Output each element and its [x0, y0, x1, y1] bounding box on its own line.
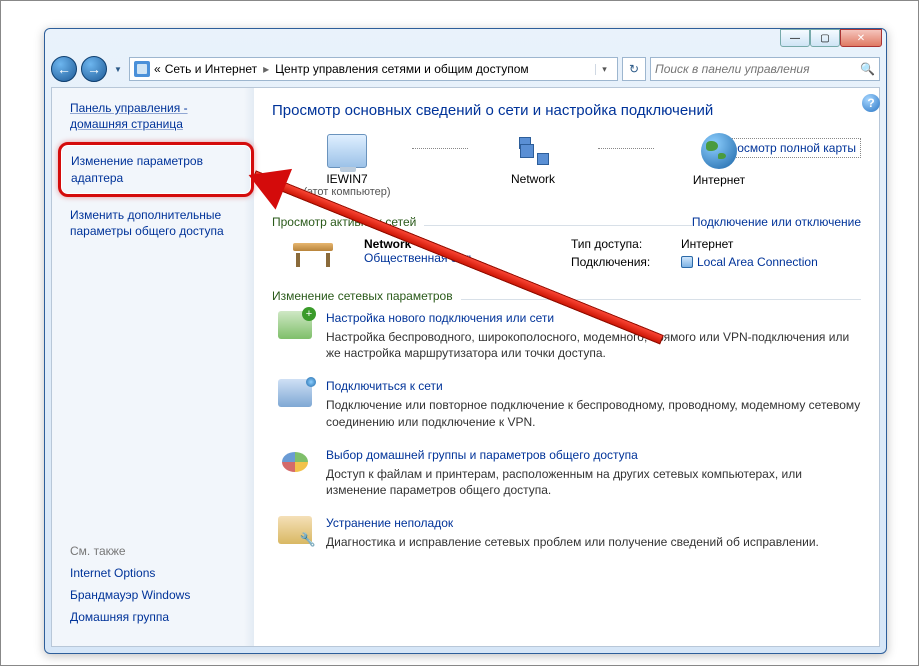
setting-connect-network[interactable]: Подключиться к сетиПодключение или повто… — [278, 379, 861, 429]
refresh-button[interactable]: ↻ — [622, 57, 646, 81]
topo-network: Network — [478, 134, 588, 198]
plug-icon — [681, 256, 693, 268]
topo-line — [412, 148, 468, 149]
see-also-internet-options[interactable]: Internet Options — [70, 566, 190, 580]
network-name: Network — [364, 237, 543, 251]
sidebar-see-also: См. также Internet Options Брандмауэр Wi… — [70, 544, 190, 632]
setting-troubleshoot[interactable]: Устранение неполадокДиагностика и исправ… — [278, 516, 861, 550]
full-map-link[interactable]: Просмотр полной карты — [717, 138, 861, 158]
titlebar[interactable]: — ▢ ✕ — [45, 29, 886, 53]
change-settings-heading: Изменение сетевых параметров — [272, 289, 861, 303]
active-network-row: Network Общественная сеть Тип доступа:Ин… — [290, 237, 861, 273]
history-dropdown[interactable]: ▼ — [111, 56, 125, 82]
main-panel: Просмотр основных сведений о сети и наст… — [254, 88, 879, 646]
address-bar[interactable]: « Сеть и Интернет ▸ Центр управления сет… — [129, 57, 618, 81]
see-also-firewall[interactable]: Брандмауэр Windows — [70, 588, 190, 602]
network-type-link[interactable]: Общественная сеть — [364, 251, 543, 265]
back-button[interactable]: ← — [51, 56, 77, 82]
sidebar: ? Панель управления - домашняя страница … — [52, 88, 254, 646]
minimize-button[interactable]: — — [780, 29, 810, 47]
network-icon — [513, 134, 553, 168]
breadcrumb-sep: ▸ — [261, 62, 271, 76]
screenshot-frame: — ▢ ✕ ← → ▼ « Сеть и Интернет ▸ Центр уп… — [0, 0, 919, 666]
setting-homegroup[interactable]: Выбор домашней группы и параметров общег… — [278, 448, 861, 498]
search-icon: 🔍 — [860, 62, 875, 76]
control-panel-icon — [134, 61, 150, 77]
breadcrumb-seg2[interactable]: Центр управления сетями и общим доступом — [275, 62, 529, 76]
maximize-button[interactable]: ▢ — [810, 29, 840, 47]
bench-icon — [290, 237, 336, 267]
setting-new-connection[interactable]: Настройка нового подключения или сетиНас… — [278, 311, 861, 361]
troubleshoot-icon — [278, 516, 312, 544]
sidebar-item-adapter-settings[interactable]: Изменение параметров адаптера — [71, 153, 241, 185]
annotation-highlight: Изменение параметров адаптера — [58, 142, 254, 196]
page-title: Просмотр основных сведений о сети и наст… — [272, 102, 861, 119]
sidebar-item-advanced-sharing[interactable]: Изменить дополнительные параметры общего… — [70, 207, 246, 239]
topo-this-pc: IEWIN7 (этот компьютер) — [292, 134, 402, 198]
forward-button[interactable]: → — [81, 56, 107, 82]
sidebar-home-link[interactable]: Панель управления - домашняя страница — [70, 100, 246, 132]
computer-icon — [327, 134, 367, 168]
active-networks-heading: Просмотр активных сетей Подключение или … — [272, 215, 861, 229]
network-properties: Тип доступа:Интернет Подключения:Local A… — [571, 237, 861, 273]
connect-network-icon — [278, 379, 312, 407]
new-connection-icon — [278, 311, 312, 339]
connect-disconnect-link[interactable]: Подключение или отключение — [692, 215, 861, 229]
see-also-heading: См. также — [70, 544, 190, 558]
settings-list: Настройка нового подключения или сетиНас… — [278, 311, 861, 550]
content-area: ? Панель управления - домашняя страница … — [51, 87, 880, 647]
globe-icon — [701, 133, 737, 169]
nav-toolbar: ← → ▼ « Сеть и Интернет ▸ Центр управлен… — [51, 53, 880, 85]
window-chrome: — ▢ ✕ ← → ▼ « Сеть и Интернет ▸ Центр уп… — [44, 28, 887, 654]
search-box[interactable]: 🔍 — [650, 57, 880, 81]
address-dropdown[interactable]: ▾ — [595, 64, 613, 75]
close-button[interactable]: ✕ — [840, 29, 882, 47]
breadcrumb-prefix: « — [154, 62, 161, 76]
topo-line — [598, 148, 654, 149]
search-input[interactable] — [655, 62, 860, 76]
connection-link[interactable]: Local Area Connection — [681, 255, 818, 269]
breadcrumb-seg1[interactable]: Сеть и Интернет — [165, 62, 257, 76]
see-also-homegroup[interactable]: Домашняя группа — [70, 610, 190, 624]
homegroup-icon — [278, 448, 312, 476]
